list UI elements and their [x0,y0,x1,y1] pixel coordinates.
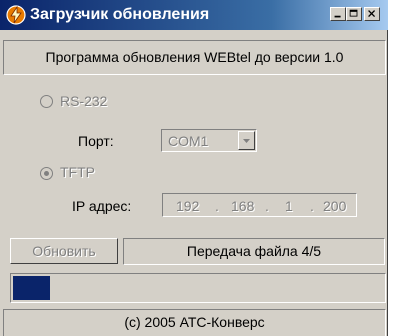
radio-selected-dot [44,171,49,176]
close-icon [368,10,376,18]
title-bar[interactable]: Загрузчик обновления [0,0,388,30]
ip-octet-1: 192 [176,198,200,214]
update-button[interactable]: Обновить [10,238,118,264]
status-text: Передача файла 4/5 [123,238,385,265]
maximize-button[interactable] [346,7,362,21]
ip-separator: . [215,198,219,214]
progress-bar [10,273,386,303]
ip-octet-3: 1 [285,198,293,214]
tftp-label: TFTP [60,164,95,180]
progress-fill [13,276,50,300]
minimize-icon [334,15,341,18]
ip-octet-2: 168 [231,198,255,214]
updater-window: Загрузчик обновления Программа обновлени… [0,0,388,336]
minimize-button[interactable] [330,7,346,21]
rs232-radio[interactable] [40,95,53,108]
ip-label: IP адрес: [72,198,132,214]
window-title: Загрузчик обновления [30,6,210,23]
ip-address-field[interactable]: 192 . 168 . 1 . 200 [162,193,357,217]
port-label: Порт: [78,133,114,149]
port-select[interactable]: COM1 [161,129,257,152]
ip-octet-4: 200 [323,198,347,214]
copyright-footer: (c) 2005 АТС-Конверс [3,309,386,336]
ip-separator: . [265,198,269,214]
rs232-label: RS-232 [60,93,108,109]
dropdown-button[interactable] [238,131,255,150]
chevron-down-icon [243,139,250,143]
tftp-radio[interactable] [40,167,53,180]
close-button[interactable] [364,7,380,21]
header-caption: Программа обновления WEBtel до версии 1.… [3,40,386,75]
maximize-icon [349,9,358,17]
lightning-bolt-icon [6,5,26,25]
port-value: COM1 [168,133,209,149]
ip-separator: . [310,198,314,214]
